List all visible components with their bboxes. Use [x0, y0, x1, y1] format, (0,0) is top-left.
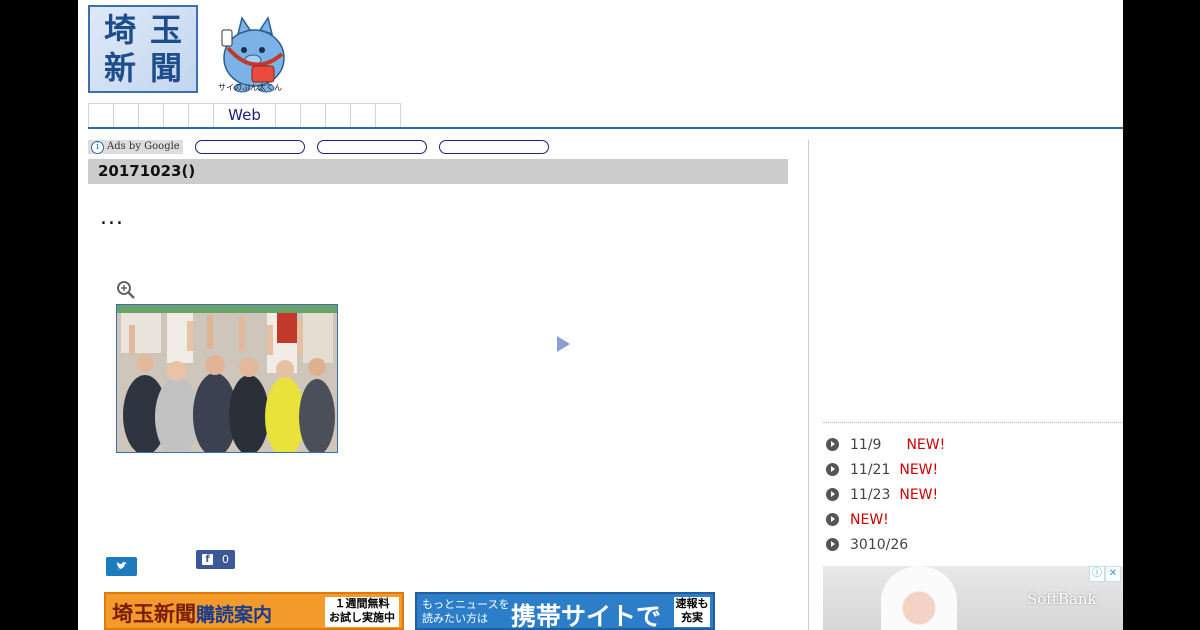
nav-divider	[88, 127, 1123, 129]
zoom-in-icon[interactable]	[116, 280, 136, 300]
news-item[interactable]: 11/23 NEW!	[826, 482, 945, 507]
news-item[interactable]: 11/9 NEW!	[826, 432, 945, 457]
info-icon: i	[91, 140, 104, 154]
dog-ear-image	[881, 566, 957, 630]
sidebar-dotted-divider	[823, 422, 1123, 423]
nav-item[interactable]	[275, 103, 301, 128]
ads-by-google-bar: i Ads by Google	[88, 140, 549, 154]
free-trial-badge: １週間無料 お試し実施中	[325, 597, 399, 627]
news-item[interactable]: 3010/26	[826, 532, 945, 557]
arrow-bullet-icon	[826, 513, 839, 526]
nav-item[interactable]	[138, 103, 164, 128]
next-arrow-icon[interactable]	[557, 336, 570, 352]
mobile-banner-badge-line2: 充実	[681, 611, 703, 624]
news-date: 11/21	[850, 461, 891, 478]
global-nav: Web	[88, 103, 401, 128]
ad-controls: ⓘ ✕	[1089, 566, 1121, 582]
ads-label: Ads by Google	[107, 141, 180, 152]
news-date: 11/23	[850, 486, 891, 503]
mobile-banner-lead-line1: もっとニュースを	[422, 598, 510, 611]
saitama-shimbun-logo[interactable]: 埼 玉 新 聞	[88, 5, 198, 93]
facebook-icon: f	[202, 554, 213, 565]
mobile-banner-lead-line2: 読みたい方は	[422, 612, 488, 625]
nav-item[interactable]	[163, 103, 189, 128]
facebook-share-button[interactable]: f 0	[196, 550, 235, 569]
celebration-photo-image	[117, 305, 337, 452]
sidebar-ad-slot	[823, 140, 1123, 420]
arrow-bullet-icon	[826, 438, 839, 451]
logo-char: 玉	[149, 11, 182, 49]
article-date-title: 20171023()	[88, 159, 788, 184]
free-trial-line2: お試し実施中	[329, 611, 395, 624]
subscription-banner-title: 埼玉新聞購読案内	[112, 598, 272, 628]
new-badge: NEW!	[850, 511, 889, 528]
arrow-bullet-icon	[826, 488, 839, 501]
subscription-banner-subtitle: 購読案内	[196, 604, 273, 626]
ad-link-pill[interactable]	[316, 140, 427, 154]
ad-link-pill[interactable]	[194, 140, 305, 154]
article-photo[interactable]	[116, 304, 338, 453]
news-item[interactable]: NEW!	[826, 507, 945, 532]
ad-info-icon[interactable]: ⓘ	[1089, 566, 1105, 582]
mobile-banner-badge: 速報も 充実	[674, 597, 710, 627]
news-item[interactable]: 11/21 NEW!	[826, 457, 945, 482]
free-trial-line1: １週間無料	[334, 597, 390, 610]
logo-char: 埼	[103, 11, 136, 49]
mascot-caption: サイのぶん太くん	[218, 83, 282, 92]
logo-char: 新	[103, 49, 136, 87]
nav-item[interactable]	[325, 103, 351, 128]
ad-link-pill[interactable]	[438, 140, 549, 154]
nav-item[interactable]	[350, 103, 376, 128]
softbank-ad[interactable]: SoftBank ⓘ ✕	[823, 566, 1123, 630]
nav-item[interactable]	[88, 103, 114, 128]
arrow-bullet-icon	[826, 463, 839, 476]
nav-item[interactable]	[113, 103, 139, 128]
column-divider	[808, 140, 809, 630]
softbank-logo: SoftBank	[1027, 590, 1097, 608]
subscription-banner[interactable]: 埼玉新聞購読案内 １週間無料 お試し実施中	[104, 592, 404, 630]
facebook-share-count: 0	[222, 553, 229, 566]
new-badge: NEW!	[899, 461, 939, 478]
ad-close-icon[interactable]: ✕	[1105, 566, 1121, 582]
subscription-banner-brand: 埼玉新聞	[112, 601, 196, 626]
nav-item-web[interactable]: Web	[213, 103, 276, 128]
mobile-banner-lead: もっとニュースを 読みたい方は	[422, 598, 514, 626]
new-badge: NEW!	[906, 436, 946, 453]
nav-item[interactable]	[188, 103, 214, 128]
news-date: 3010/26	[850, 536, 909, 553]
mobile-banner-badge-line1: 速報も	[675, 597, 709, 610]
arrow-bullet-icon	[826, 538, 839, 551]
nav-item[interactable]	[375, 103, 401, 128]
ads-by-google-badge[interactable]: i Ads by Google	[88, 140, 183, 154]
news-date: 11/9	[850, 436, 882, 453]
mobile-site-banner[interactable]: もっとニュースを 読みたい方は 携帯サイトで 速報も 充実	[415, 592, 715, 630]
twitter-share-button[interactable]	[106, 557, 137, 576]
nav-item[interactable]	[300, 103, 326, 128]
logo-char: 聞	[149, 49, 182, 87]
new-badge: NEW!	[899, 486, 939, 503]
sidebar-news-list: 11/9 NEW! 11/21 NEW! 11/23 NEW! NEW! 301…	[826, 432, 945, 557]
mobile-banner-main: 携帯サイトで	[511, 602, 662, 630]
article-headline: ...	[100, 205, 124, 230]
page: 埼 玉 新 聞 サイのぶん太くん Web i Ads by Google 201…	[78, 0, 1123, 630]
